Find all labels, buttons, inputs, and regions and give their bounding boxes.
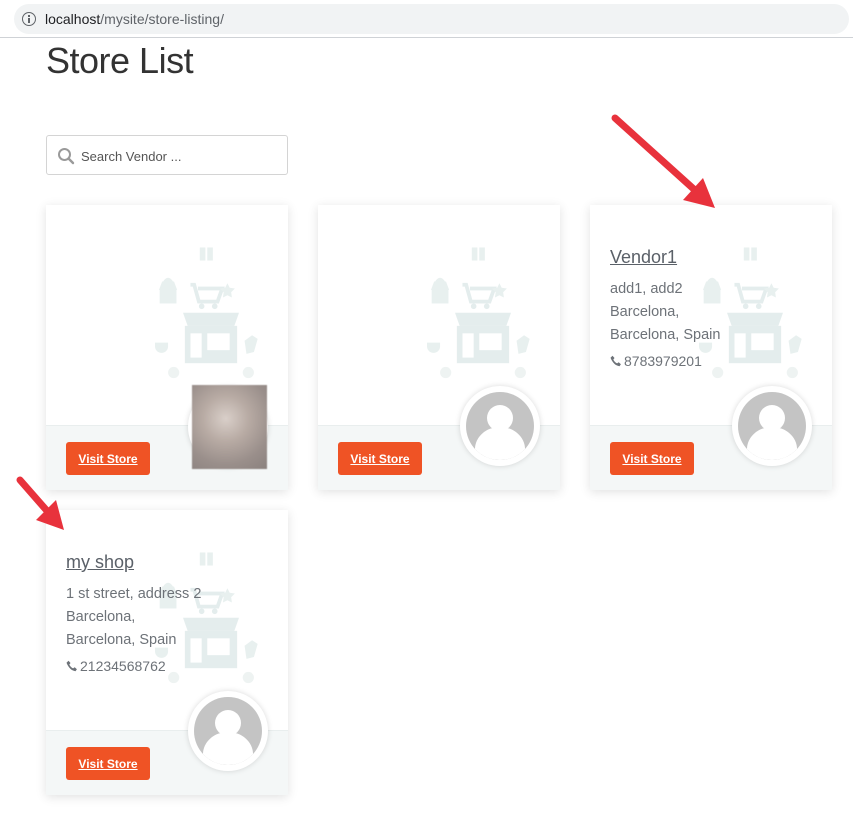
annotation-arrow-icon <box>611 114 715 208</box>
visit-store-button[interactable]: Visit Store <box>66 442 150 475</box>
search-icon <box>58 148 75 165</box>
store-card: Visit Store <box>46 205 288 490</box>
visit-store-button[interactable]: Visit Store <box>338 442 422 475</box>
store-phone: 21234568762 <box>66 658 166 674</box>
browser-address-bar[interactable]: localhost/mysite/store-listing/ <box>0 0 853 38</box>
visit-store-button[interactable]: Visit Store <box>610 442 694 475</box>
store-avatar <box>732 386 812 466</box>
store-phone: 8783979201 <box>610 353 702 369</box>
vendor-search-box[interactable] <box>46 135 288 175</box>
default-user-icon <box>738 392 806 460</box>
store-avatar-photo <box>192 385 267 469</box>
store-address-line: add1, add2 <box>610 281 683 297</box>
info-icon[interactable] <box>22 12 36 26</box>
store-name-link[interactable]: Vendor1 <box>610 247 677 268</box>
store-phone-number: 8783979201 <box>624 353 702 369</box>
store-illustration-icon <box>697 243 804 380</box>
store-illustration-icon <box>425 243 532 380</box>
url-host: localhost <box>45 11 101 27</box>
annotation-arrow-icon <box>16 476 64 530</box>
store-phone-number: 21234568762 <box>80 658 166 674</box>
store-illustration-icon <box>153 548 260 685</box>
store-avatar <box>188 691 268 771</box>
phone-icon <box>66 660 77 672</box>
store-address-line: Barcelona, Spain <box>66 632 177 648</box>
store-address-line: Barcelona, <box>610 304 680 320</box>
store-illustration-icon <box>153 243 260 380</box>
store-card: Vendor1 add1, add2 Barcelona, Barcelona,… <box>590 205 832 490</box>
store-address-line: Barcelona, <box>66 609 136 625</box>
url-text[interactable]: localhost/mysite/store-listing/ <box>45 11 224 27</box>
store-address-line: Barcelona, Spain <box>610 327 721 343</box>
url-path: /mysite/store-listing/ <box>100 11 224 27</box>
search-input[interactable] <box>81 145 281 167</box>
url-field[interactable]: localhost/mysite/store-listing/ <box>14 4 849 34</box>
default-user-icon <box>466 392 534 460</box>
page-title: Store List <box>46 40 194 81</box>
store-avatar <box>460 386 540 466</box>
phone-icon <box>610 355 621 367</box>
store-card: Visit Store <box>318 205 560 490</box>
store-address-line: 1 st street, address 2 <box>66 586 202 602</box>
store-card: my shop 1 st street, address 2 Barcelona… <box>46 510 288 795</box>
default-user-icon <box>194 697 262 765</box>
store-name-link[interactable]: my shop <box>66 552 134 573</box>
visit-store-button[interactable]: Visit Store <box>66 747 150 780</box>
